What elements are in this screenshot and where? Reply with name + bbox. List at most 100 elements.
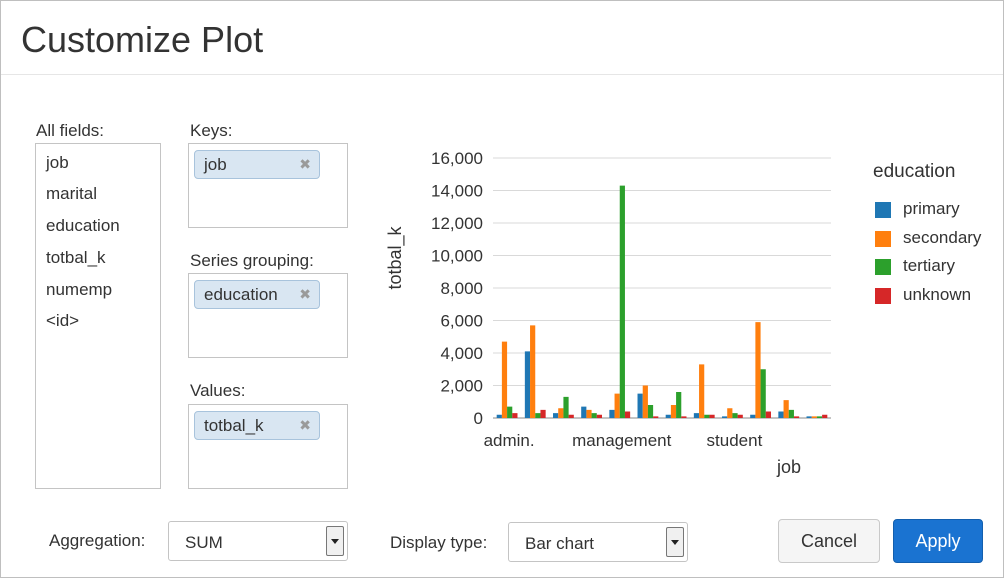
keys-dropzone[interactable]: job ✖ bbox=[188, 143, 348, 228]
bar-secondary-technician[interactable] bbox=[755, 322, 761, 418]
value-chip-totbal-k[interactable]: totbal_k ✖ bbox=[194, 411, 320, 440]
bar-unknown-unknown[interactable] bbox=[822, 414, 828, 418]
aggregation-label: Aggregation: bbox=[49, 531, 146, 550]
bar-primary-blue-collar[interactable] bbox=[524, 351, 531, 418]
bar-tertiary-entrepreneur[interactable] bbox=[563, 396, 569, 418]
y-tick-label: 10,000 bbox=[431, 247, 483, 266]
bar-secondary-blue-collar[interactable] bbox=[530, 325, 536, 418]
x-tick-label: management bbox=[572, 431, 672, 450]
bar-tertiary-self-employed[interactable] bbox=[676, 392, 682, 418]
chart-gridlines bbox=[493, 157, 831, 419]
apply-button[interactable]: Apply bbox=[893, 519, 983, 563]
keys-label: Keys: bbox=[190, 121, 233, 140]
chevron-down-icon[interactable] bbox=[326, 526, 344, 556]
bar-unknown-blue-collar[interactable] bbox=[540, 409, 546, 418]
aggregation-value: SUM bbox=[185, 533, 223, 552]
y-tick-label: 16,000 bbox=[431, 149, 483, 168]
display-type-label: Display type: bbox=[390, 533, 488, 552]
bar-primary-technician[interactable] bbox=[750, 414, 756, 418]
bar-primary-unemployed[interactable] bbox=[778, 411, 784, 419]
bar-unknown-admin.[interactable] bbox=[512, 413, 518, 418]
bar-unknown-services[interactable] bbox=[709, 414, 715, 418]
bar-unknown-management[interactable] bbox=[624, 411, 631, 419]
bar-unknown-student[interactable] bbox=[737, 414, 743, 418]
y-tick-label: 12,000 bbox=[431, 214, 483, 233]
y-tick-label: 4,000 bbox=[440, 344, 483, 363]
bar-secondary-services[interactable] bbox=[699, 364, 705, 418]
legend-swatch-secondary bbox=[875, 231, 891, 247]
dialog-title: Customize Plot bbox=[21, 19, 264, 60]
y-axis-ticks: 0 2,000 4,000 6,000 8,000 10,000 12,000 14,000 1… bbox=[431, 149, 483, 428]
x-tick-label: student bbox=[707, 431, 763, 450]
customize-plot-dialog: Customize Plot All fields: job marital e… bbox=[0, 0, 1004, 578]
bar-primary-management[interactable] bbox=[609, 409, 615, 418]
remove-chip-icon[interactable]: ✖ bbox=[299, 151, 311, 178]
legend-label-tertiary: tertiary bbox=[903, 256, 955, 275]
bar-secondary-housemaid[interactable] bbox=[586, 409, 592, 418]
x-axis-ticks: admin. management student bbox=[484, 431, 763, 450]
bar-secondary-student[interactable] bbox=[727, 408, 733, 418]
bar-unknown-self-employed[interactable] bbox=[681, 416, 687, 418]
aggregation-select[interactable]: SUM bbox=[168, 521, 348, 561]
bar-unknown-retired[interactable] bbox=[653, 416, 659, 418]
bar-primary-unknown[interactable] bbox=[806, 416, 812, 418]
bar-tertiary-retired[interactable] bbox=[647, 405, 654, 418]
bar-tertiary-unemployed[interactable] bbox=[788, 409, 794, 418]
value-chip-label: totbal_k bbox=[204, 416, 264, 435]
legend-swatch-unknown bbox=[875, 288, 891, 304]
remove-chip-icon[interactable]: ✖ bbox=[299, 412, 311, 439]
legend-label-secondary: secondary bbox=[903, 228, 982, 247]
bar-secondary-management[interactable] bbox=[614, 393, 620, 418]
bar-primary-housemaid[interactable] bbox=[581, 406, 587, 418]
series-grouping-label: Series grouping: bbox=[190, 251, 331, 271]
bar-tertiary-unknown[interactable] bbox=[816, 416, 823, 418]
bar-secondary-retired[interactable] bbox=[642, 385, 648, 419]
cancel-button[interactable]: Cancel bbox=[778, 519, 880, 563]
bar-secondary-unemployed[interactable] bbox=[783, 400, 789, 418]
values-dropzone[interactable]: totbal_k ✖ bbox=[188, 404, 348, 489]
bar-secondary-unknown[interactable] bbox=[811, 416, 817, 418]
bar-primary-self-employed[interactable] bbox=[665, 414, 671, 418]
bar-tertiary-technician[interactable] bbox=[760, 369, 766, 418]
bar-primary-retired[interactable] bbox=[637, 393, 643, 418]
y-tick-label: 0 bbox=[474, 409, 483, 428]
series-chip-education[interactable]: education ✖ bbox=[194, 280, 320, 309]
bar-tertiary-blue-collar[interactable] bbox=[535, 413, 541, 418]
chart-bars bbox=[496, 185, 828, 419]
chevron-down-icon[interactable] bbox=[666, 527, 684, 557]
bar-primary-entrepreneur[interactable] bbox=[553, 413, 559, 418]
bar-tertiary-housemaid[interactable] bbox=[591, 413, 597, 418]
display-type-select[interactable]: Bar chart bbox=[508, 522, 688, 562]
field-item-education[interactable]: education bbox=[46, 216, 120, 236]
bar-tertiary-admin.[interactable] bbox=[507, 406, 513, 418]
bar-secondary-self-employed[interactable] bbox=[670, 405, 677, 418]
bar-secondary-admin.[interactable] bbox=[501, 341, 508, 418]
field-item-job[interactable]: job bbox=[46, 153, 69, 173]
bar-primary-admin.[interactable] bbox=[496, 414, 502, 418]
bar-primary-services[interactable] bbox=[693, 413, 700, 418]
remove-chip-icon[interactable]: ✖ bbox=[299, 281, 311, 308]
title-divider bbox=[1, 74, 1003, 75]
bar-unknown-entrepreneur[interactable] bbox=[568, 414, 574, 418]
legend-swatch-primary bbox=[875, 202, 891, 218]
field-item-totbal-k[interactable]: totbal_k bbox=[46, 248, 106, 268]
field-item-id[interactable]: <id> bbox=[46, 311, 79, 331]
field-item-numemp[interactable]: numemp bbox=[46, 280, 112, 300]
all-fields-label: All fields: bbox=[36, 121, 105, 140]
key-chip-label: job bbox=[204, 155, 227, 174]
y-tick-label: 8,000 bbox=[440, 279, 483, 298]
all-fields-list[interactable]: job marital education totbal_k numemp <i… bbox=[35, 143, 161, 489]
bar-unknown-housemaid[interactable] bbox=[596, 414, 602, 418]
key-chip-job[interactable]: job ✖ bbox=[194, 150, 320, 179]
series-grouping-dropzone[interactable]: education ✖ bbox=[188, 273, 348, 358]
x-axis-title: job bbox=[776, 457, 801, 477]
bar-tertiary-management[interactable] bbox=[619, 185, 625, 418]
bar-tertiary-services[interactable] bbox=[704, 414, 710, 418]
bar-unknown-technician[interactable] bbox=[765, 411, 771, 419]
field-item-marital[interactable]: marital bbox=[46, 184, 97, 204]
bar-tertiary-student[interactable] bbox=[732, 413, 738, 418]
bar-chart: 0 2,000 4,000 6,000 8,000 10,000 12,000 14,000 1… bbox=[385, 149, 831, 477]
bar-secondary-entrepreneur[interactable] bbox=[558, 408, 564, 418]
bar-primary-student[interactable] bbox=[722, 416, 728, 418]
bar-unknown-unemployed[interactable] bbox=[793, 416, 800, 418]
